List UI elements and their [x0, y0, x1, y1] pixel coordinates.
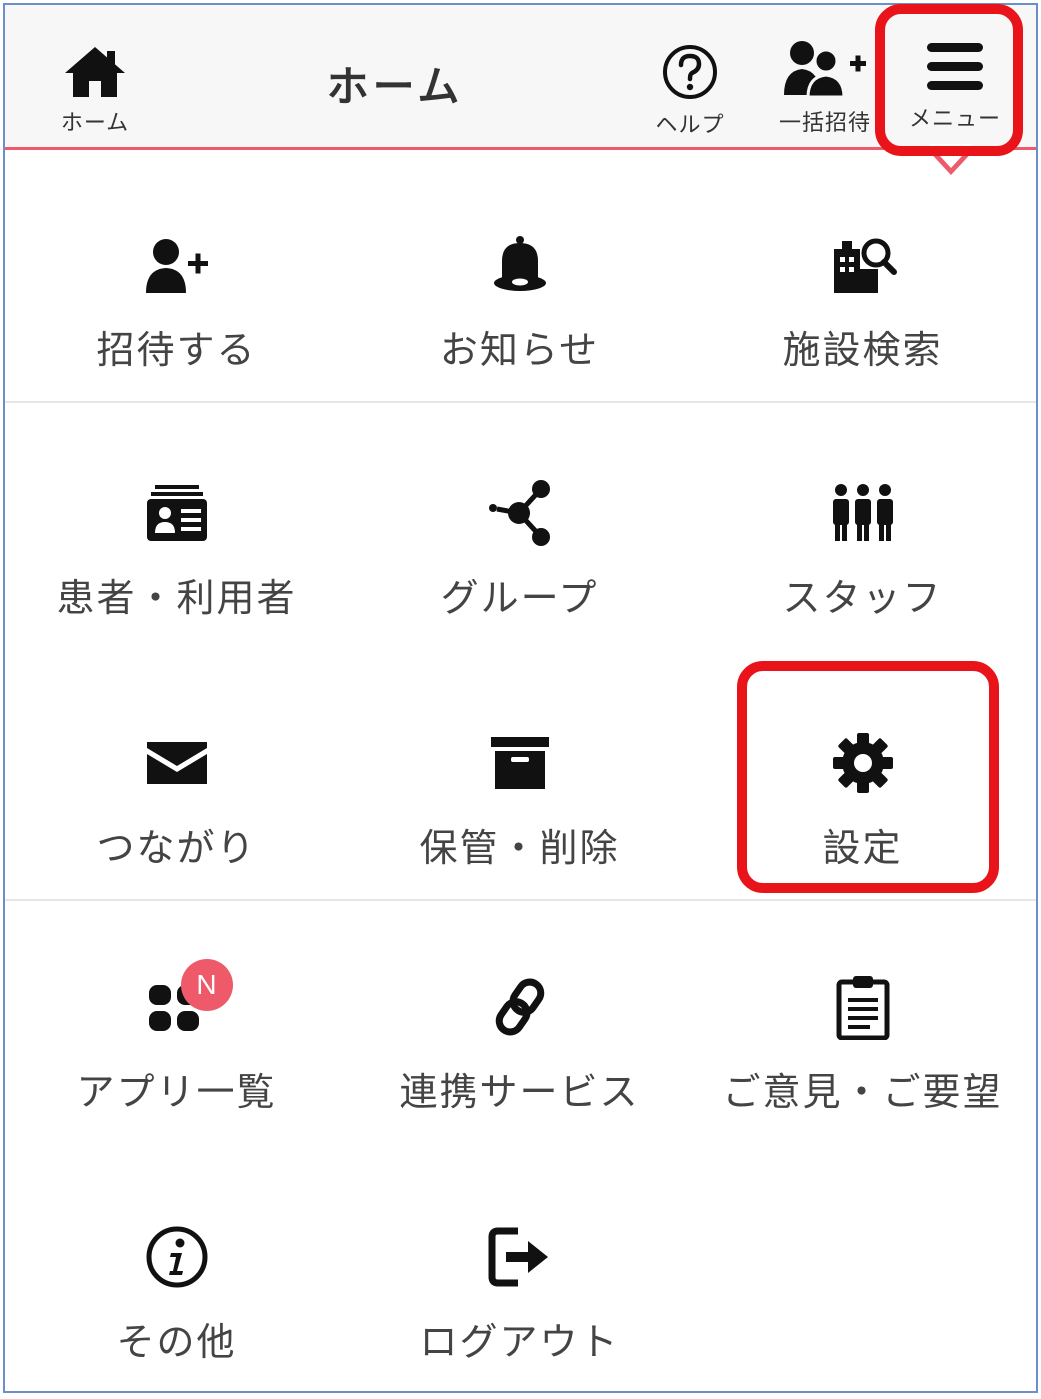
menu-item-staff[interactable]: スタッフ — [691, 473, 1034, 653]
menu-item-label: 設定 — [822, 826, 903, 870]
hamburger-icon — [927, 43, 983, 90]
envelope-icon — [146, 742, 207, 784]
facility-search-icon — [833, 238, 897, 293]
menu-item-label: ログアウト — [419, 1320, 620, 1364]
help-button[interactable]: ヘルプ — [645, 43, 735, 139]
menu-row: N アプリ一覧 連携サービス ご意見・ご要望 — [5, 901, 1036, 1151]
menu-label: メニュー — [908, 107, 1001, 132]
bell-icon — [493, 236, 546, 291]
gear-icon — [832, 733, 893, 793]
menu-item-label: 保管・削除 — [419, 826, 620, 870]
menu-item-facility-search[interactable]: 施設検索 — [691, 225, 1034, 401]
new-badge: N — [180, 959, 233, 1011]
app-frame: ホーム ホーム ヘルプ 一括招待 メニュー 招待する お知らせ 施設検索 患者・… — [3, 3, 1038, 1393]
share-nodes-icon — [488, 480, 550, 546]
menu-item-label: グループ — [440, 576, 599, 620]
home-button[interactable]: ホーム — [55, 45, 135, 137]
menu-grid: 招待する お知らせ 施設検索 患者・利用者 グループ スタッフ つながり 保管・… — [5, 153, 1036, 1399]
menu-item-label: 招待する — [96, 328, 257, 372]
add-user-icon — [145, 239, 208, 293]
menu-item-notifications[interactable]: お知らせ — [348, 225, 691, 401]
menu-row: 患者・利用者 グループ スタッフ — [5, 403, 1036, 653]
menu-item-feedback[interactable]: ご意見・ご要望 — [691, 967, 1034, 1151]
menu-item-other[interactable]: その他 — [5, 1217, 348, 1399]
menu-button[interactable]: メニュー — [900, 39, 1010, 133]
home-label: ホーム — [60, 111, 130, 136]
menu-item-label: ご意見・ご要望 — [722, 1070, 1003, 1114]
menu-item-patients[interactable]: 患者・利用者 — [5, 473, 348, 653]
menu-item-label: 連携サービス — [399, 1070, 640, 1114]
id-card-icon — [146, 485, 207, 541]
menu-item-logout[interactable]: ログアウト — [348, 1217, 691, 1399]
staff-people-icon — [832, 484, 893, 541]
bulk-invite-label: 一括招待 — [778, 111, 871, 136]
logout-icon — [488, 1227, 548, 1287]
menu-item-label: 患者・利用者 — [56, 576, 297, 620]
menu-item-connections[interactable]: つながり — [5, 723, 348, 899]
menu-item-label: お知らせ — [439, 328, 600, 372]
empty-cell — [691, 1217, 1034, 1399]
menu-item-archive[interactable]: 保管・削除 — [348, 723, 691, 899]
page-title: ホーム — [326, 62, 464, 111]
menu-item-group[interactable]: グループ — [348, 473, 691, 653]
archive-box-icon — [490, 737, 549, 789]
link-icon — [495, 978, 544, 1036]
clipboard-icon — [836, 976, 889, 1040]
help-icon — [663, 45, 717, 99]
menu-item-label: スタッフ — [782, 576, 943, 620]
menu-row: つながり 保管・削除 設定 — [5, 653, 1036, 901]
menu-row: その他 ログアウト — [5, 1151, 1036, 1399]
bulk-invite-icon — [784, 41, 866, 99]
menu-item-integrations[interactable]: 連携サービス — [348, 967, 691, 1151]
top-header: ホーム ホーム ヘルプ 一括招待 メニュー — [5, 5, 1036, 150]
menu-row: 招待する お知らせ 施設検索 — [5, 153, 1036, 403]
menu-item-label: 施設検索 — [782, 328, 943, 372]
help-label: ヘルプ — [655, 113, 725, 138]
home-icon — [65, 47, 125, 97]
menu-item-label: その他 — [116, 1320, 237, 1364]
menu-item-apps[interactable]: N アプリ一覧 — [5, 959, 348, 1151]
menu-item-label: アプリ一覧 — [76, 1070, 277, 1114]
info-icon — [146, 1226, 207, 1288]
menu-item-label: つながり — [96, 826, 257, 870]
bulk-invite-button[interactable]: 一括招待 — [770, 39, 880, 137]
menu-item-settings[interactable]: 設定 — [691, 723, 1034, 899]
menu-item-invite[interactable]: 招待する — [5, 225, 348, 401]
